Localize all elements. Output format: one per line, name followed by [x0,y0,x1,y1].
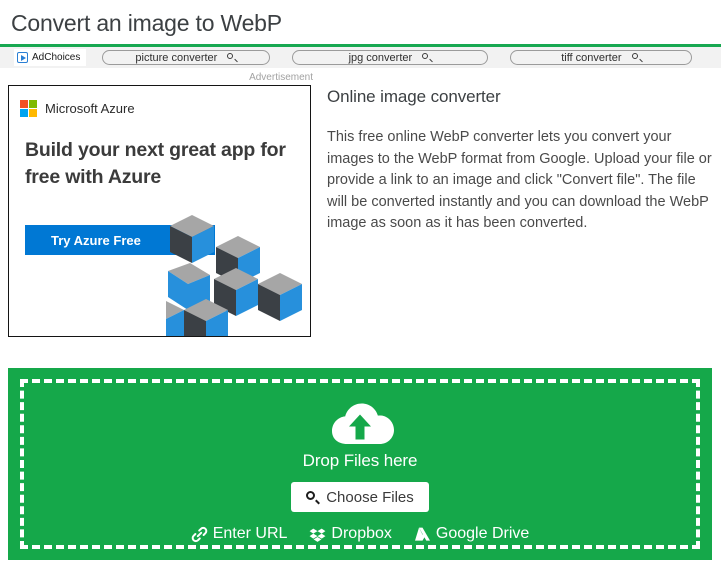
enter-url-link[interactable]: Enter URL [191,524,288,544]
upload-source-links: Enter URL Dropbox Google Drive [191,524,529,544]
ad-search-strip: AdChoices picture converter jpg converte… [0,44,721,68]
ad-pill-label: picture converter [135,51,218,64]
ad-headline: Build your next great app for free with … [25,139,286,188]
ad-search-pill-jpg-converter[interactable]: jpg converter [292,50,489,65]
drop-files-label: Drop Files here [302,451,418,470]
page-title: Convert an image to WebP [11,10,282,36]
link-icon [191,526,208,542]
microsoft-logo-icon [20,100,37,117]
intro-blurb: Online image converter This free online … [327,85,712,235]
ad-pill-label: tiff converter [561,51,622,64]
advertisement-label: Advertisement [249,72,313,83]
adchoices-badge[interactable]: AdChoices [14,49,87,66]
adchoices-triangle-icon [17,52,28,63]
google-drive-link[interactable]: Google Drive [414,524,529,544]
microsoft-brand-row: Microsoft Azure [9,86,310,117]
google-drive-icon [414,527,430,541]
choose-files-label: Choose Files [326,488,414,506]
choose-files-button[interactable]: Choose Files [291,482,429,512]
cloud-upload-icon [332,403,394,444]
dropbox-link[interactable]: Dropbox [309,524,392,544]
try-azure-free-label: Try Azure Free [51,232,141,248]
file-dropzone[interactable]: Drop Files here Choose Files Enter URL D… [8,368,712,560]
dropbox-icon [310,528,326,542]
magnifier-icon [227,52,237,63]
magnifier-icon [422,52,432,63]
magnifier-icon [631,52,642,63]
microsoft-brand-label: Microsoft Azure [45,101,135,116]
enter-url-label: Enter URL [212,525,288,542]
dropbox-label: Dropbox [331,525,392,542]
adchoices-label: AdChoices [32,52,81,63]
ad-pill-label: jpg converter [348,51,413,64]
magnifier-icon [306,490,319,504]
intro-heading: Online image converter [327,87,501,106]
azure-ad-banner[interactable]: Microsoft Azure Build your next great ap… [8,85,311,337]
google-drive-label: Google Drive [435,525,530,542]
intro-body: This free online WebP converter lets you… [327,129,712,231]
ad-search-pill-picture-converter[interactable]: picture converter [102,50,271,65]
dropzone-inner: Drop Files here Choose Files Enter URL D… [20,379,700,549]
ad-search-pill-tiff-converter[interactable]: tiff converter [510,50,693,65]
isometric-cubes-graphic [166,215,302,336]
